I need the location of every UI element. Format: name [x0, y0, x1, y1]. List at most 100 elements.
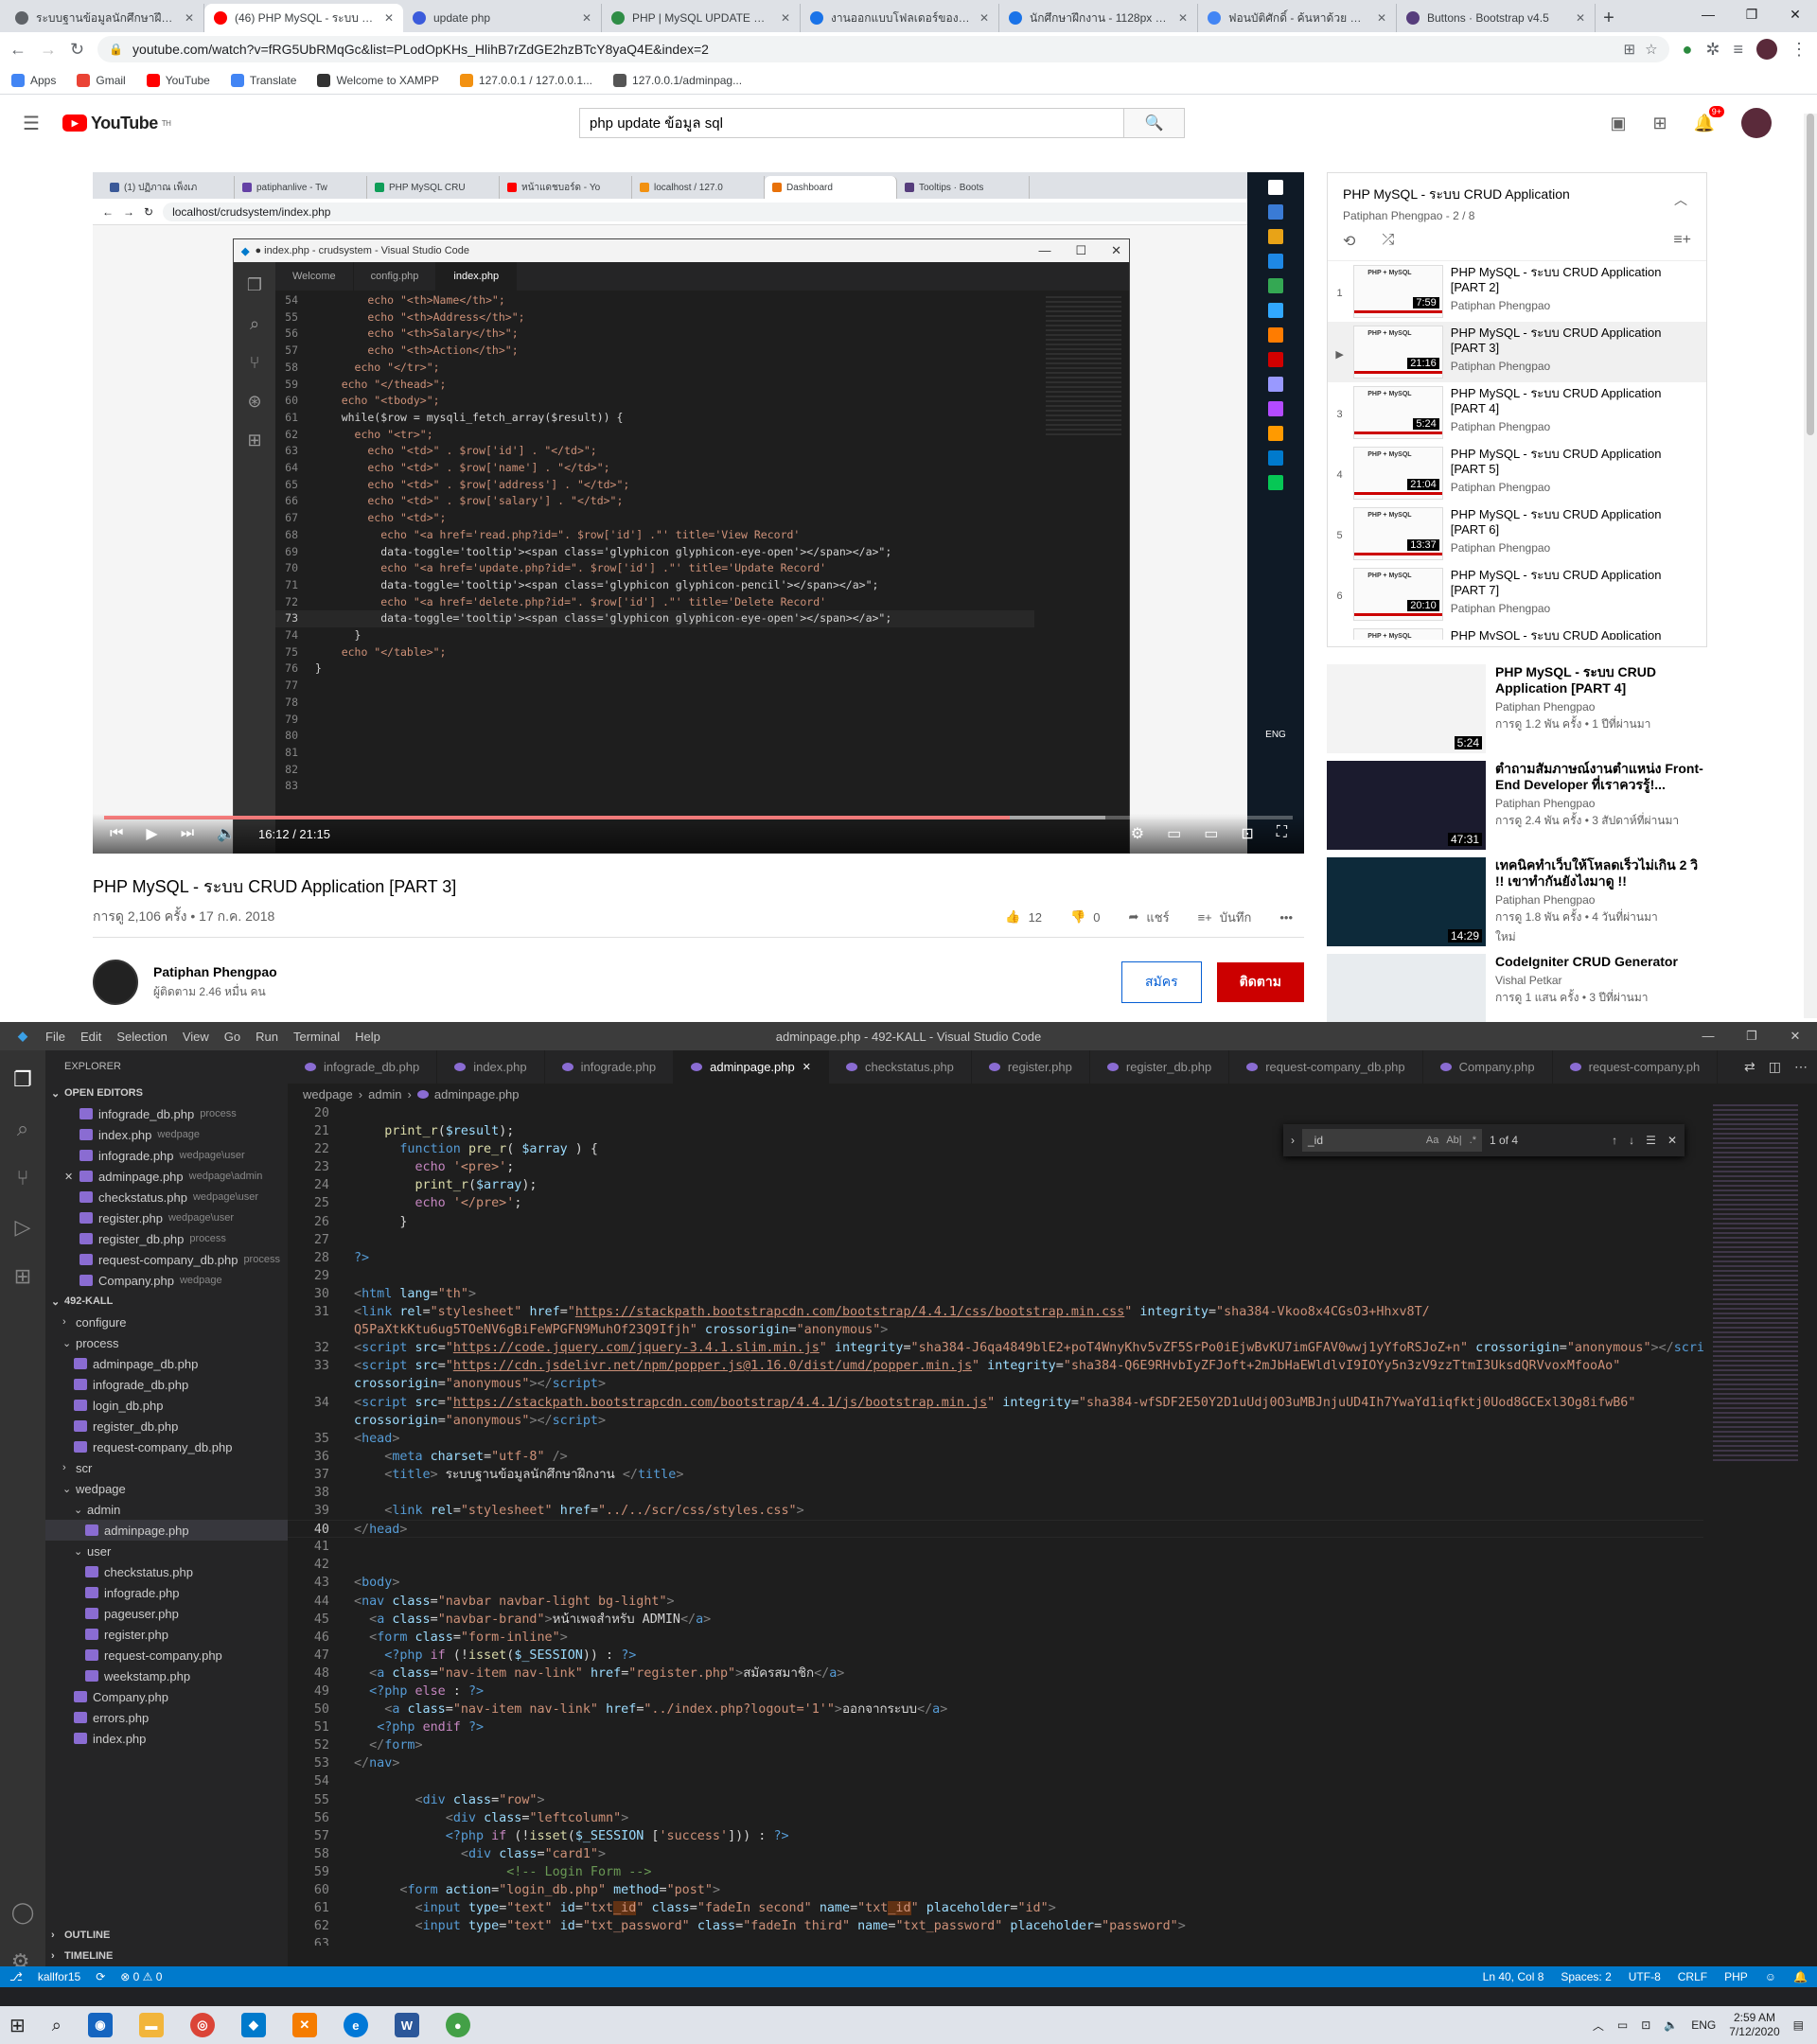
- menu-file[interactable]: File: [45, 1030, 65, 1044]
- xampp-icon[interactable]: ✕: [291, 2013, 317, 2037]
- clock[interactable]: 2:59 AM 7/12/2020: [1729, 2011, 1779, 2039]
- remote-icon[interactable]: ⎇: [9, 1970, 23, 1983]
- arrow-up-icon[interactable]: ↑: [1612, 1134, 1617, 1147]
- folder-item[interactable]: › scr: [45, 1457, 288, 1478]
- folder-item[interactable]: ⌄ user: [45, 1541, 288, 1561]
- browser-tab[interactable]: (46) PHP MySQL - ระบบ CRUD ✕: [204, 4, 403, 32]
- settings-gear-icon[interactable]: ⚙: [1131, 824, 1144, 843]
- problems-count[interactable]: ⊗ 0 ⚠ 0: [120, 1970, 162, 1983]
- minimize-icon[interactable]: —: [1686, 0, 1730, 28]
- tab-close-icon[interactable]: ✕: [185, 11, 194, 25]
- open-editor-item[interactable]: register_db.php process: [45, 1228, 288, 1249]
- chevron-up-icon[interactable]: ︿: [1593, 2018, 1604, 2034]
- editor-tab[interactable]: register.php: [972, 1050, 1090, 1084]
- file-item[interactable]: index.php: [45, 1728, 288, 1749]
- open-editor-item[interactable]: Company.php wedpage: [45, 1270, 288, 1291]
- breadcrumb-item[interactable]: admin: [368, 1087, 401, 1101]
- search-button[interactable]: 🔍: [1124, 108, 1185, 138]
- browser-tab[interactable]: ฟอนบัติศักดิ์ - ค้นหาด้วย Google ✕: [1198, 4, 1397, 32]
- chrome-icon[interactable]: ◎: [189, 2013, 215, 2037]
- search-input[interactable]: [579, 108, 1124, 138]
- browser-tab[interactable]: งานออกแบบโฟลเดอร์ของคุณ - C ✕: [801, 4, 999, 32]
- folder-item[interactable]: ⌄ process: [45, 1332, 288, 1353]
- menu-kebab-icon[interactable]: ⋮: [1791, 40, 1808, 60]
- find-option[interactable]: Ab|: [1446, 1135, 1461, 1146]
- git-branch[interactable]: kallfor15: [38, 1970, 80, 1983]
- save-button[interactable]: ≡+ บันทึก: [1198, 907, 1252, 927]
- workspace-section[interactable]: ⌄ 492-KALL: [45, 1291, 288, 1312]
- address-bar[interactable]: 🔒 youtube.com/watch?v=fRG5UbRMqGc&list=P…: [97, 36, 1669, 62]
- folder-item[interactable]: ⌄ admin: [45, 1499, 288, 1520]
- bookmark-item[interactable]: Apps: [11, 73, 56, 87]
- tab-close-icon[interactable]: ✕: [1576, 11, 1585, 25]
- file-item[interactable]: request-company.php: [45, 1645, 288, 1665]
- file-item[interactable]: pageuser.php: [45, 1603, 288, 1624]
- code-lines[interactable]: 20 21 print_r($result); 22 function pre_…: [288, 1104, 1703, 1946]
- fullscreen-icon[interactable]: ⛶: [1277, 824, 1287, 843]
- tab-close-icon[interactable]: ✕: [582, 11, 591, 25]
- file-item[interactable]: checkstatus.php: [45, 1561, 288, 1582]
- network-icon[interactable]: ⊡: [1641, 2018, 1650, 2032]
- open-editor-item[interactable]: ✕ adminpage.php wedpage\admin: [45, 1166, 288, 1187]
- windows-start-icon[interactable]: ⊞: [9, 2014, 26, 2037]
- notifications-bell-icon[interactable]: 🔔 9+: [1694, 105, 1724, 133]
- language-indicator[interactable]: ENG: [1691, 2018, 1716, 2032]
- restore-icon[interactable]: ❐: [1730, 0, 1773, 28]
- bell-icon[interactable]: 🔔: [1793, 1970, 1808, 1983]
- close-icon[interactable]: ✕: [803, 1061, 811, 1073]
- breadcrumb-item[interactable]: adminpage.php: [434, 1087, 520, 1101]
- more-actions-icon[interactable]: •••: [1279, 910, 1293, 925]
- split-editor-icon[interactable]: ◫: [1769, 1059, 1781, 1075]
- subscribe-button[interactable]: ติดตาม: [1216, 962, 1304, 1002]
- editor-tab[interactable]: request-company.ph: [1553, 1050, 1719, 1084]
- account-avatar[interactable]: [1741, 108, 1772, 138]
- join-button[interactable]: สมัคร: [1120, 961, 1202, 1003]
- explorer-icon[interactable]: ❐: [13, 1067, 32, 1092]
- file-item[interactable]: adminpage_db.php: [45, 1353, 288, 1374]
- editor-tab[interactable]: Company.php: [1423, 1050, 1553, 1084]
- run-debug-icon[interactable]: ▷: [15, 1215, 31, 1240]
- source-control-icon[interactable]: ⑂: [16, 1166, 28, 1190]
- media-control-icon[interactable]: ≡: [1733, 40, 1743, 60]
- translate-icon[interactable]: ⊞: [1623, 41, 1635, 58]
- browser-tab[interactable]: update php ✕: [403, 4, 602, 32]
- playlist-item[interactable]: 4 PHP + MySQL 21:04 PHP MySQL - ระบบ CRUD A…: [1328, 443, 1706, 503]
- editor-tab[interactable]: infograde_db.php: [288, 1050, 438, 1084]
- playlist-item[interactable]: ▶ PHP + MySQL 21:16 PHP MySQL - ระบบ CRUD A…: [1328, 322, 1706, 382]
- related-video[interactable]: 47:31 ตำถามสัมภาษณ์งานตำแหน่ง Front-End D…: [1327, 761, 1707, 850]
- bookmark-item[interactable]: Gmail: [77, 73, 126, 87]
- back-icon[interactable]: ←: [9, 40, 26, 60]
- open-editor-item[interactable]: infograde.php wedpage\user: [45, 1145, 288, 1166]
- chevron-right-icon[interactable]: ›: [1291, 1134, 1295, 1147]
- breadcrumb-item[interactable]: wedpage: [303, 1087, 353, 1101]
- code-editor[interactable]: 20 21 print_r($result); 22 function pre_…: [288, 1104, 1703, 1946]
- arrow-down-icon[interactable]: ↓: [1629, 1134, 1634, 1147]
- create-video-icon[interactable]: ▣: [1610, 114, 1626, 133]
- vscode-icon[interactable]: ◆: [240, 2013, 266, 2037]
- file-item[interactable]: infograde_db.php: [45, 1374, 288, 1395]
- reload-icon[interactable]: ↻: [70, 40, 84, 60]
- next-icon[interactable]: ⏭: [181, 825, 194, 842]
- sync-icon[interactable]: ⟳: [96, 1970, 105, 1983]
- new-tab-button[interactable]: +: [1596, 4, 1622, 32]
- extensions-puzzle-icon[interactable]: ✲: [1705, 40, 1720, 60]
- app-icon[interactable]: ●: [445, 2013, 470, 2037]
- word-icon[interactable]: W: [394, 2013, 419, 2037]
- editor-tab[interactable]: register_db.php: [1090, 1050, 1230, 1084]
- browser-tab[interactable]: Buttons · Bootstrap v4.5 ✕: [1397, 4, 1596, 32]
- bookmark-item[interactable]: 127.0.0.1 / 127.0.0.1...: [459, 73, 592, 87]
- language-mode[interactable]: PHP: [1724, 1970, 1748, 1983]
- compare-icon[interactable]: ⇄: [1744, 1059, 1755, 1075]
- restore-icon[interactable]: ❐: [1730, 1029, 1773, 1044]
- file-item[interactable]: register.php: [45, 1624, 288, 1645]
- hamburger-menu-icon[interactable]: ☰: [23, 112, 40, 135]
- dislike-button[interactable]: 👎 0: [1070, 909, 1100, 925]
- search-icon[interactable]: ⌕: [52, 2016, 62, 2035]
- file-item[interactable]: request-company_db.php: [45, 1436, 288, 1457]
- related-video[interactable]: 5:24 PHP MySQL - ระบบ CRUD Application [P…: [1327, 664, 1707, 753]
- edge-icon[interactable]: e: [343, 2013, 368, 2037]
- playlist-item[interactable]: 5 PHP + MySQL 13:37 PHP MySQL - ระบบ CRUD A…: [1328, 503, 1706, 564]
- menu-terminal[interactable]: Terminal: [293, 1030, 340, 1044]
- file-item[interactable]: errors.php: [45, 1707, 288, 1728]
- volume-icon[interactable]: 🔈: [217, 824, 236, 843]
